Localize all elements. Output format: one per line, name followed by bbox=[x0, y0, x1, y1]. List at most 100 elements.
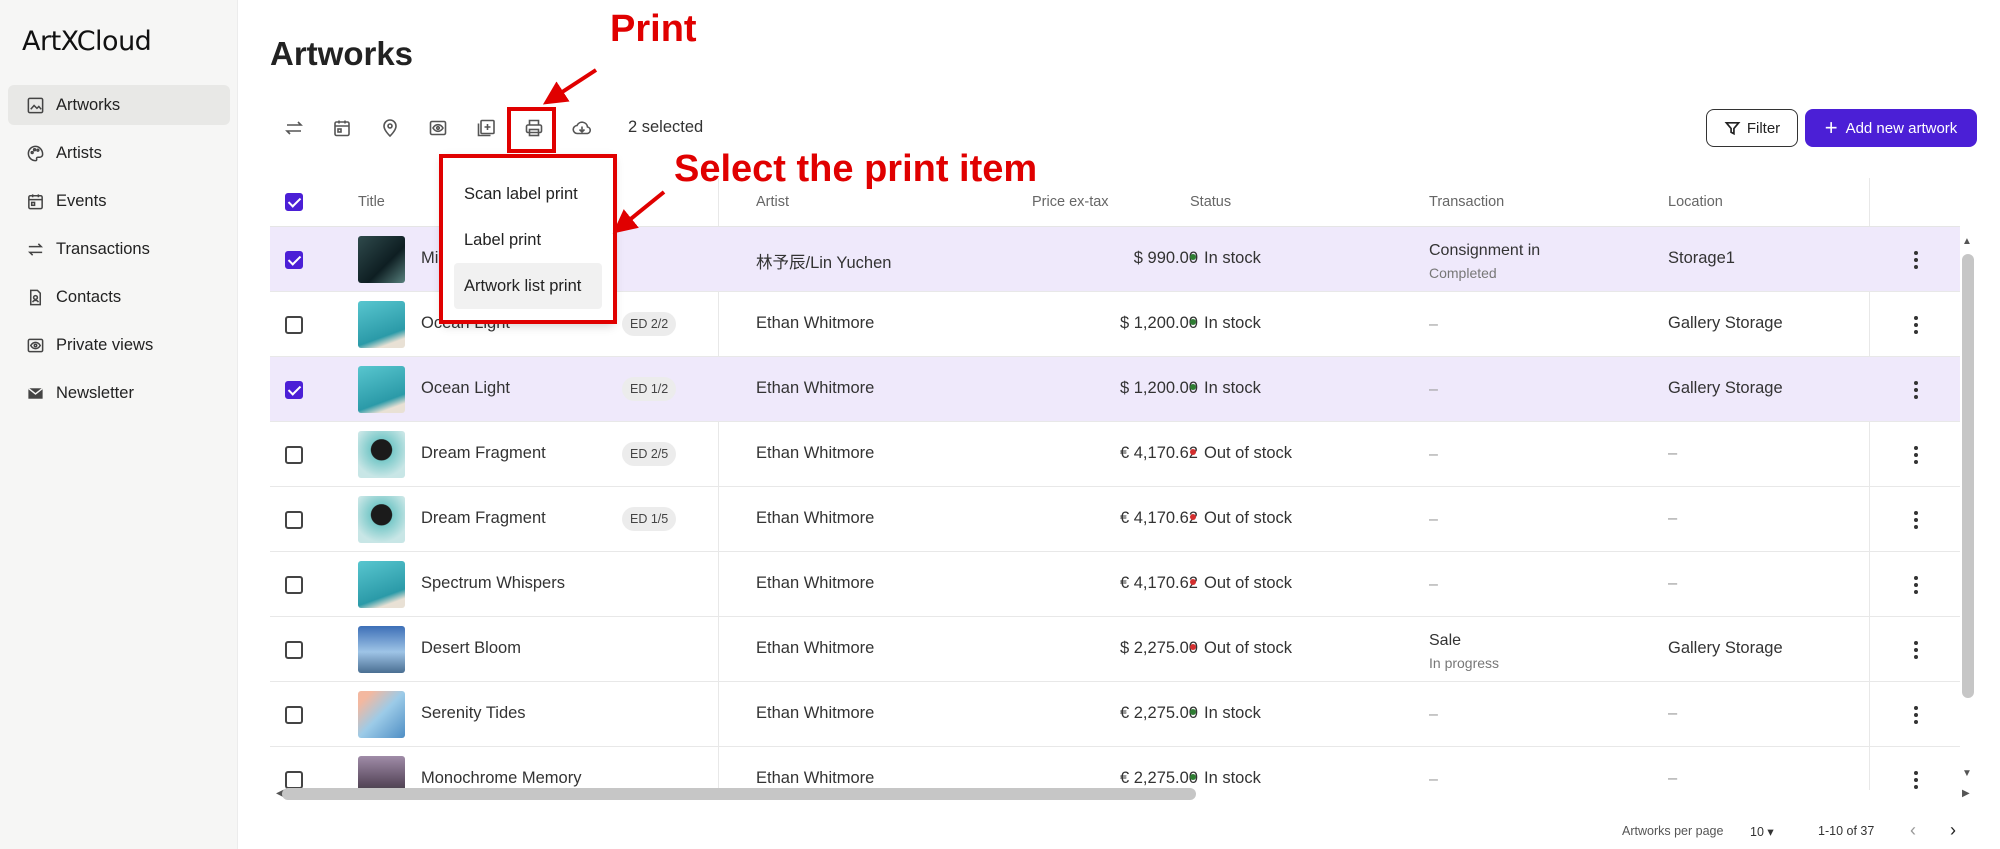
select-all-checkbox[interactable] bbox=[285, 193, 303, 211]
transaction-cell: – bbox=[1429, 576, 1438, 593]
row-more-icon[interactable] bbox=[1911, 511, 1921, 531]
row-more-icon[interactable] bbox=[1911, 576, 1921, 596]
artwork-thumbnail[interactable] bbox=[358, 431, 405, 478]
private-view-button[interactable] bbox=[414, 110, 462, 146]
header-artist[interactable]: Artist bbox=[756, 194, 789, 210]
header-status[interactable]: Status bbox=[1190, 194, 1231, 210]
artwork-title[interactable]: Dream Fragment bbox=[421, 509, 546, 528]
eye-icon bbox=[429, 120, 447, 136]
rows-per-page-select[interactable]: 10 ▾ bbox=[1750, 824, 1774, 839]
row-checkbox[interactable] bbox=[285, 381, 303, 399]
artist-name: Ethan Whitmore bbox=[756, 509, 875, 527]
row-more-icon[interactable] bbox=[1911, 316, 1921, 336]
transfer-button[interactable] bbox=[270, 110, 318, 146]
edition-badge: ED 2/2 bbox=[622, 312, 677, 336]
next-page-icon[interactable]: › bbox=[1950, 820, 1956, 841]
row-more-icon[interactable] bbox=[1911, 771, 1921, 790]
status-text: In stock bbox=[1204, 249, 1261, 267]
table-row[interactable]: Dream Fragment ED 2/5 Ethan Whitmore € 4,17… bbox=[270, 422, 1960, 487]
artwork-title[interactable]: Serenity Tides bbox=[421, 704, 526, 723]
add-new-artwork-button[interactable]: + Add new artwork bbox=[1805, 109, 1977, 147]
horizontal-scrollbar[interactable] bbox=[282, 788, 1196, 800]
artwork-thumbnail[interactable] bbox=[358, 561, 405, 608]
filter-button[interactable]: Filter bbox=[1706, 109, 1798, 147]
price-value: € 2,275.00 bbox=[1120, 704, 1198, 722]
sidebar-item-label: Newsletter bbox=[56, 383, 134, 402]
location-value: Storage1 bbox=[1668, 249, 1735, 267]
scroll-up-arrow[interactable]: ▲ bbox=[1962, 236, 1972, 247]
annotation-print-highlight bbox=[507, 107, 556, 153]
row-checkbox[interactable] bbox=[285, 641, 303, 659]
row-checkbox[interactable] bbox=[285, 446, 303, 464]
transaction-type: Consignment in bbox=[1429, 242, 1541, 259]
row-checkbox[interactable] bbox=[285, 251, 303, 269]
calendar-icon bbox=[334, 120, 350, 137]
artwork-thumbnail[interactable] bbox=[358, 691, 405, 738]
table-row[interactable]: Monochrome Memory Ethan Whitmore € 2,275.0… bbox=[270, 747, 1960, 790]
transaction-status: Completed bbox=[1429, 265, 1497, 281]
row-checkbox[interactable] bbox=[285, 316, 303, 334]
artwork-title[interactable]: Spectrum Whispers bbox=[421, 574, 565, 593]
artwork-title[interactable]: Ocean Light bbox=[421, 379, 510, 398]
sidebar-item-contacts[interactable]: Contacts bbox=[8, 277, 230, 317]
status-dot bbox=[1190, 513, 1196, 520]
add-to-collection-button[interactable] bbox=[462, 110, 510, 146]
sidebar-item-label: Transactions bbox=[56, 239, 150, 258]
annotation-select-label: Select the print item bbox=[674, 148, 1038, 190]
calendar-button[interactable] bbox=[318, 110, 366, 146]
sidebar-item-artists[interactable]: Artists bbox=[8, 133, 230, 173]
status-cell: Out of stock bbox=[1190, 509, 1292, 528]
table-row[interactable]: Spectrum Whispers Ethan Whitmore € 4,170.6… bbox=[270, 552, 1960, 617]
image-icon bbox=[25, 95, 45, 115]
sidebar-item-transactions[interactable]: Transactions bbox=[8, 229, 230, 269]
download-button[interactable] bbox=[558, 110, 606, 146]
row-more-icon[interactable] bbox=[1911, 706, 1921, 726]
prev-page-icon[interactable]: ‹ bbox=[1910, 820, 1916, 841]
sidebar-item-artworks[interactable]: Artworks bbox=[8, 85, 230, 125]
artwork-title[interactable]: Monochrome Memory bbox=[421, 769, 581, 788]
row-more-icon[interactable] bbox=[1911, 446, 1921, 466]
artwork-thumbnail[interactable] bbox=[358, 496, 405, 543]
location-button[interactable] bbox=[366, 110, 414, 146]
artwork-thumbnail[interactable] bbox=[358, 236, 405, 283]
rows-per-page-label: Artworks per page bbox=[1622, 824, 1724, 838]
header-transaction[interactable]: Transaction bbox=[1429, 194, 1504, 210]
status-dot bbox=[1190, 383, 1196, 390]
artwork-title[interactable]: Desert Bloom bbox=[421, 639, 521, 658]
sidebar-item-newsletter[interactable]: Newsletter bbox=[8, 373, 230, 413]
table-row[interactable]: Dream Fragment ED 1/5 Ethan Whitmore € 4,17… bbox=[270, 487, 1960, 552]
cloud-download-icon bbox=[572, 121, 591, 135]
table-row[interactable]: Serenity Tides Ethan Whitmore € 2,275.00 In… bbox=[270, 682, 1960, 747]
scroll-right-arrow[interactable]: ▶ bbox=[1962, 788, 1970, 799]
row-checkbox[interactable] bbox=[285, 511, 303, 529]
table-row[interactable]: Desert Bloom Ethan Whitmore $ 2,275.00 Out … bbox=[270, 617, 1960, 682]
row-more-icon[interactable] bbox=[1911, 641, 1921, 661]
header-location[interactable]: Location bbox=[1668, 194, 1723, 210]
row-more-icon[interactable] bbox=[1911, 381, 1921, 401]
row-checkbox[interactable] bbox=[285, 771, 303, 789]
artwork-thumbnail[interactable] bbox=[358, 626, 405, 673]
status-text: Out of stock bbox=[1204, 639, 1293, 657]
scroll-down-arrow[interactable]: ▼ bbox=[1962, 768, 1972, 779]
edition-badge: ED 1/5 bbox=[622, 507, 677, 531]
sidebar-item-events[interactable]: Events bbox=[8, 181, 230, 221]
artwork-title[interactable]: Dream Fragment bbox=[421, 444, 546, 463]
header-title[interactable]: Title bbox=[358, 194, 385, 210]
artwork-title[interactable]: Mi bbox=[421, 249, 438, 268]
row-more-icon[interactable] bbox=[1911, 251, 1921, 271]
artwork-thumbnail[interactable] bbox=[358, 301, 405, 348]
row-checkbox[interactable] bbox=[285, 706, 303, 724]
status-cell: Out of stock bbox=[1190, 444, 1292, 463]
vertical-scrollbar[interactable] bbox=[1962, 254, 1974, 698]
transaction-cell: Sale In progress bbox=[1429, 630, 1499, 674]
header-price[interactable]: Price ex-tax bbox=[1032, 194, 1109, 210]
artwork-thumbnail[interactable] bbox=[358, 756, 405, 790]
table-row[interactable]: Ocean Light ED 1/2 Ethan Whitmore $ 1,200.0… bbox=[270, 357, 1960, 422]
artwork-thumbnail[interactable] bbox=[358, 366, 405, 413]
palette-icon bbox=[25, 143, 45, 163]
sidebar-item-private-views[interactable]: Private views bbox=[8, 325, 230, 365]
row-checkbox[interactable] bbox=[285, 576, 303, 594]
artist-name: Ethan Whitmore bbox=[756, 444, 875, 462]
location-value: Gallery Storage bbox=[1668, 639, 1783, 657]
status-dot bbox=[1190, 448, 1196, 455]
